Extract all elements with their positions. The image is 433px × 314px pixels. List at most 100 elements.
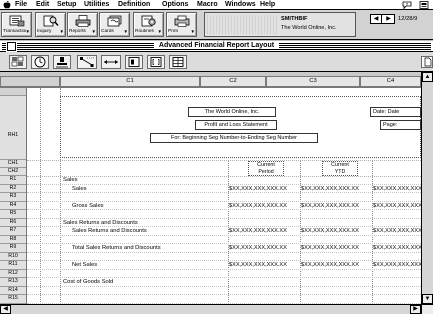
stamp-tool[interactable] <box>53 55 71 69</box>
menu-options[interactable]: Options <box>162 0 188 9</box>
row-header-r14[interactable]: R14 <box>0 286 26 296</box>
column-title-line2: YTD <box>334 168 346 175</box>
menu-setup[interactable]: Setup <box>57 0 76 9</box>
column-header-c2[interactable]: C2 <box>200 76 266 87</box>
header-title-field[interactable]: Profit and Loss Statement <box>195 120 277 130</box>
row-header-r2[interactable]: R2 <box>0 184 26 194</box>
company-name: The World Online, Inc. <box>281 25 337 31</box>
menu-help[interactable]: Help <box>260 0 275 9</box>
report-row[interactable] <box>27 287 421 296</box>
row-header-r6[interactable]: R6 <box>0 218 26 228</box>
row-header-r12[interactable]: R12 <box>0 269 26 279</box>
row-header-r5[interactable]: R5 <box>0 210 26 219</box>
apple-icon[interactable] <box>3 1 11 9</box>
report-row[interactable]: Sales <box>27 176 421 185</box>
data-field-tool[interactable] <box>125 55 143 69</box>
routines-button[interactable]: Routines ▼ <box>133 12 164 37</box>
report-layout-canvas[interactable]: The World Online, Inc. Date: Date Profit… <box>27 88 421 304</box>
line-tool[interactable] <box>77 55 97 69</box>
row-amount-field: $XX,XXX,XXX,XXX.XX <box>229 202 287 209</box>
report-row[interactable]: Sales Returns and Discounts $XX,XXX,XXX,X… <box>27 227 421 236</box>
header-date-field[interactable]: Date: Date <box>370 107 421 117</box>
table-tool[interactable] <box>169 55 187 69</box>
column-header-c3[interactable]: C3 <box>266 76 360 87</box>
column-title-current-ytd[interactable]: Current YTD <box>322 161 358 176</box>
row-header-r1[interactable]: R1 <box>0 176 26 185</box>
row-header-r9[interactable]: R9 <box>0 244 26 253</box>
transaction-button[interactable]: Transaction ▼ <box>1 12 32 37</box>
report-row[interactable]: Gross Sales $XX,XXX,XXX,XXX.XX $XX,XXX,XXX… <box>27 202 421 211</box>
scroll-up-icon[interactable]: ▲ <box>422 72 433 82</box>
row-header-r7[interactable]: R7 <box>0 227 26 236</box>
row-header-r11[interactable]: R11 <box>0 261 26 270</box>
report-row[interactable] <box>27 236 421 245</box>
scroll-left-icon[interactable]: ◀ <box>0 305 11 314</box>
page-view-button[interactable] <box>421 56 433 68</box>
format-tool[interactable] <box>9 55 27 69</box>
report-row[interactable] <box>27 193 421 202</box>
reports-icon <box>75 15 91 27</box>
clock-icon <box>34 56 46 68</box>
row-header-ch2[interactable]: CH2 <box>0 168 26 176</box>
column-title-current-period[interactable]: Current Period <box>248 161 284 176</box>
header-company-field[interactable]: The World Online, Inc. <box>188 107 276 117</box>
report-row[interactable] <box>27 295 421 304</box>
column-header-band: C1 C2 C3 C4 <box>0 72 421 88</box>
report-row[interactable] <box>27 270 421 279</box>
row-header-r13[interactable]: R13 <box>0 278 26 287</box>
format-tool-icon <box>11 56 24 67</box>
layout-tools-bar <box>0 52 433 72</box>
clock-tool[interactable] <box>31 55 49 69</box>
row-header-r15[interactable]: R15 <box>0 295 26 304</box>
window-title-bar[interactable]: Advanced Financial Report Layout <box>0 41 433 52</box>
menu-windows[interactable]: Windows <box>225 0 256 9</box>
report-row[interactable]: Sales Returns and Discounts <box>27 219 421 228</box>
cards-icon <box>107 15 122 27</box>
menu-definition[interactable]: Definition <box>118 0 150 9</box>
column-header-c4[interactable]: C4 <box>360 76 421 87</box>
dropdown-arrow-icon: ▼ <box>59 29 64 34</box>
menu-macro[interactable]: Macro <box>197 0 218 9</box>
row-header-ch1[interactable]: CH1 <box>0 160 26 168</box>
routines-label: Routines <box>135 29 154 34</box>
row-header-r4[interactable]: R4 <box>0 201 26 211</box>
print-icon <box>174 15 190 27</box>
print-button[interactable]: Print ▼ <box>166 12 197 37</box>
row-header-r10[interactable]: R10 <box>0 252 26 262</box>
column-header-c1[interactable]: C1 <box>60 76 200 87</box>
menu-utilities[interactable]: Utilities <box>84 0 109 9</box>
reports-button[interactable]: Reports ▼ <box>67 12 98 37</box>
row-header-r3[interactable]: R3 <box>0 193 26 202</box>
row-header-rh1[interactable]: RH1 <box>0 96 26 160</box>
cards-button[interactable]: Cards ▼ <box>99 12 130 37</box>
routines-icon <box>141 15 156 27</box>
report-row[interactable]: Total Sales Returns and Discounts $XX,XXX… <box>27 244 421 253</box>
row-amount-field: $XX,XXX,XXX,XXX.XX <box>373 202 421 209</box>
report-row[interactable]: Sales $XX,XXX,XXX,XXX.XX $XX,XXX,XXX,XXX.X… <box>27 185 421 194</box>
ruler-tool[interactable] <box>101 55 121 69</box>
inquiry-button[interactable]: Inquiry ▼ <box>35 12 66 37</box>
report-row[interactable] <box>27 210 421 219</box>
prev-date-icon[interactable]: ◀ <box>371 15 382 23</box>
text-field-tool[interactable] <box>147 55 165 69</box>
menu-edit[interactable]: Edit <box>36 0 49 9</box>
application-icon[interactable] <box>419 1 429 9</box>
help-balloon-icon[interactable]: ? <box>402 1 412 9</box>
row-amount-field: $XX,XXX,XXX,XXX.XX <box>229 262 287 269</box>
next-date-icon[interactable]: ▶ <box>383 15 394 23</box>
resize-box-icon[interactable] <box>421 304 433 314</box>
scroll-right-icon[interactable]: ▶ <box>410 305 421 314</box>
menu-file[interactable]: File <box>15 0 27 9</box>
header-range-field[interactable]: For: Beginning Seg Number-to-Ending Seg … <box>150 133 318 143</box>
horizontal-scrollbar[interactable]: ◀ ▶ <box>0 304 421 314</box>
vertical-scrollbar[interactable]: ▲ ▼ <box>421 72 433 304</box>
report-row[interactable]: Net Sales $XX,XXX,XXX,XXX.XX $XX,XXX,XXX,X… <box>27 261 421 270</box>
row-header-r8[interactable]: R8 <box>0 235 26 245</box>
user-date: 12/28/9 <box>398 16 418 22</box>
report-row[interactable] <box>27 253 421 262</box>
row-header-blank <box>0 88 26 96</box>
header-page-field[interactable]: Page: <box>380 120 421 130</box>
text-field-icon <box>150 57 162 67</box>
scroll-down-icon[interactable]: ▼ <box>422 294 433 304</box>
report-row[interactable]: Cost of Goods Sold <box>27 278 421 287</box>
